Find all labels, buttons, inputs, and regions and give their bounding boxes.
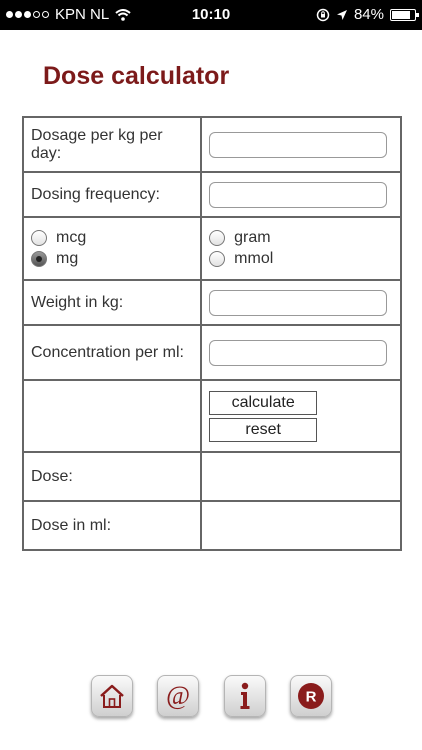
- unit-option-mcg[interactable]: mcg: [31, 229, 193, 247]
- unit-label-mcg: mcg: [56, 229, 87, 246]
- svg-text:@: @: [166, 681, 190, 710]
- frequency-row: Dosing frequency:: [21, 171, 402, 218]
- unit-option-gram[interactable]: gram: [209, 229, 393, 247]
- unit-label-gram: gram: [234, 229, 271, 246]
- actions-row: calculate reset: [21, 379, 402, 453]
- concentration-row: Concentration per ml:: [21, 324, 402, 381]
- weight-cell: [200, 279, 402, 326]
- concentration-cell: [200, 324, 402, 381]
- info-icon: [240, 682, 250, 709]
- radio-mmol[interactable]: [209, 251, 226, 267]
- home-button[interactable]: [91, 675, 133, 717]
- dose-ml-value: [200, 500, 402, 551]
- dosage-cell: [200, 116, 402, 173]
- frequency-label: Dosing frequency:: [21, 171, 203, 218]
- radio-gram[interactable]: [209, 230, 226, 246]
- radio-mg[interactable]: [31, 251, 47, 267]
- calculate-button[interactable]: calculate: [209, 390, 318, 415]
- frequency-input[interactable]: [209, 181, 388, 208]
- register-button[interactable]: R: [290, 675, 332, 717]
- dose-value: [200, 451, 402, 502]
- unit-cell-right: gram mmol: [200, 216, 402, 281]
- radio-mcg[interactable]: [31, 230, 47, 246]
- weight-label: Weight in kg:: [21, 279, 203, 326]
- unit-row: mcg mg gram mmol: [21, 216, 402, 281]
- at-icon: @: [166, 681, 190, 710]
- frequency-cell: [200, 171, 402, 218]
- unit-option-mg[interactable]: mg: [31, 250, 193, 268]
- status-right: 84%: [316, 6, 419, 23]
- location-icon: [336, 9, 347, 20]
- status-bar: KPN NL 10:10 84%: [0, 0, 422, 30]
- battery-percent: 84%: [353, 6, 384, 23]
- dose-label: Dose:: [21, 451, 203, 502]
- rotation-lock-icon: [316, 8, 330, 21]
- concentration-input[interactable]: [209, 339, 388, 366]
- actions-cell: calculate reset: [200, 379, 402, 453]
- dose-ml-label: Dose in ml:: [21, 500, 203, 551]
- concentration-label: Concentration per ml:: [21, 324, 203, 381]
- home-icon: [100, 684, 124, 708]
- reset-button[interactable]: reset: [209, 417, 318, 442]
- unit-option-mmol[interactable]: mmol: [209, 250, 393, 268]
- actions-empty-cell: [21, 379, 203, 453]
- unit-label-mg: mg: [56, 250, 79, 267]
- calculator-form: Dosage per kg per day: Dosing frequency:…: [21, 116, 402, 551]
- dosage-input[interactable]: [209, 131, 388, 158]
- dose-ml-row: Dose in ml:: [21, 500, 402, 551]
- weight-row: Weight in kg:: [21, 279, 402, 326]
- dosage-label: Dosage per kg per day:: [21, 116, 203, 173]
- info-button[interactable]: [224, 675, 266, 717]
- contact-button[interactable]: @: [157, 675, 199, 717]
- battery-icon: [390, 8, 419, 21]
- weight-input[interactable]: [209, 289, 388, 316]
- unit-cell-left: mcg mg: [21, 216, 203, 281]
- unit-label-mmol: mmol: [234, 250, 274, 267]
- r-icon: R: [298, 683, 324, 709]
- dose-row: Dose:: [21, 451, 402, 502]
- page-title: Dose calculator: [43, 62, 230, 90]
- dosage-row: Dosage per kg per day:: [21, 116, 402, 173]
- svg-text:R: R: [306, 689, 317, 706]
